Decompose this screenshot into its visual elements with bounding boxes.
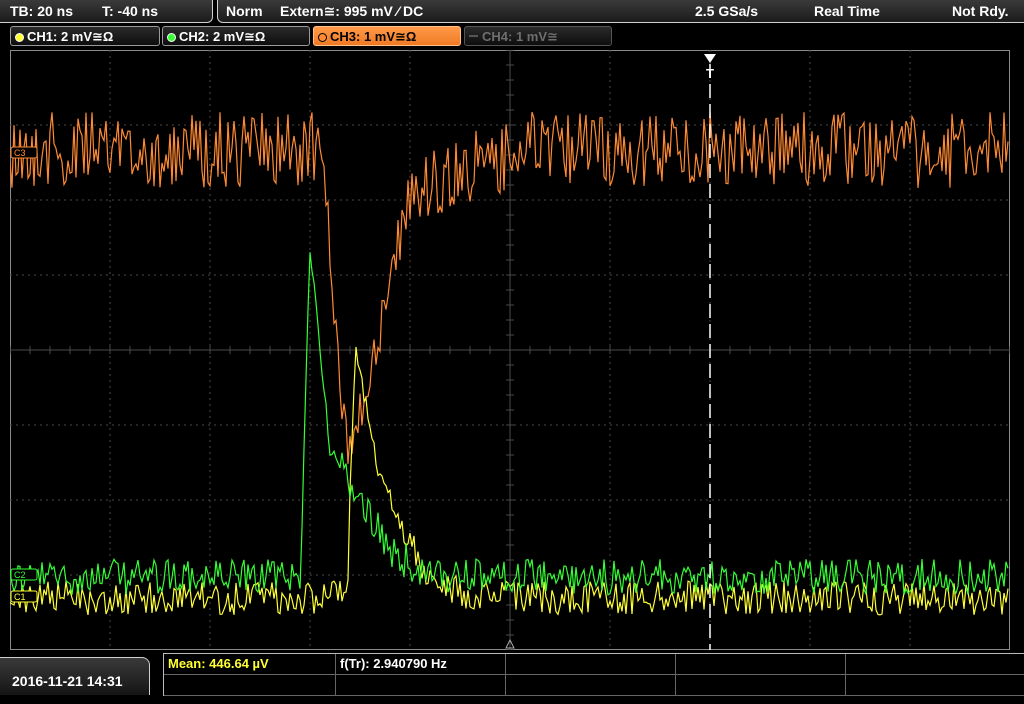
trigger-mode: Norm: [226, 3, 263, 19]
channel-3-label: CH3: 1 mV≅Ω: [330, 29, 417, 44]
channel-3-indicator-icon: [318, 33, 327, 42]
timebase-panel[interactable]: TB: 20 ns T: -40 ns: [0, 0, 213, 23]
measurement-slot-6: [164, 675, 336, 696]
measurement-slot-8: [506, 675, 676, 696]
channel-bar: CH1: 2 mV≅Ω CH2: 2 mV≅Ω CH3: 1 mV≅Ω CH4:…: [0, 26, 1024, 48]
acquisition-status-panel[interactable]: Norm Extern≅: 995 mV ⁄ DC 2.5 GSa/s Real…: [217, 0, 1024, 23]
channel-1-button[interactable]: CH1: 2 mV≅Ω: [10, 26, 160, 46]
waveform-canvas[interactable]: T C3 C2 C1: [9, 49, 1011, 651]
waveform-display[interactable]: T C3 C2 C1: [9, 49, 1011, 651]
channel-4-button[interactable]: CH4: 1 mV≅: [464, 26, 612, 46]
channel-1-marker-label: C1: [14, 592, 26, 602]
channel-4-off-icon: [469, 35, 478, 37]
channel-3-offset-marker[interactable]: C3: [10, 146, 38, 159]
channel-3-button[interactable]: CH3: 1 mV≅Ω: [313, 26, 461, 46]
trigger-marker-label: T: [706, 66, 714, 81]
channel-3-marker-label: C3: [14, 148, 26, 158]
trigger-time-value: T: -40 ns: [102, 3, 159, 19]
channel-1-offset-marker[interactable]: C1: [10, 590, 38, 603]
measurement-slot-7: [336, 675, 506, 696]
bottom-bar: 2016-11-21 14:31 Mean: 446.64 µV f(Tr): …: [0, 653, 1024, 696]
measurement-slot-9: [676, 675, 846, 696]
measurement-slot-4: [676, 654, 846, 675]
channel-4-label: CH4: 1 mV≅: [482, 29, 558, 44]
top-status-bar: TB: 20 ns T: -40 ns Norm Extern≅: 995 mV…: [0, 0, 1024, 24]
channel-2-offset-marker[interactable]: C2: [10, 568, 38, 581]
channel-1-label: CH1: 2 mV≅Ω: [27, 29, 114, 44]
datetime-panel: 2016-11-21 14:31: [0, 657, 150, 695]
mean-measurement: Mean: 446.64 µV: [164, 654, 336, 675]
trigger-source: Extern≅: 995 mV ⁄ DC: [280, 3, 424, 19]
channel-2-button[interactable]: CH2: 2 mV≅Ω: [162, 26, 310, 46]
measurement-slot-10: [846, 675, 1024, 696]
sample-rate: 2.5 GSa/s: [695, 3, 759, 19]
datetime-text: 2016-11-21 14:31: [12, 673, 123, 689]
channel-1-indicator-icon: [15, 33, 24, 42]
channel-2-marker-label: C2: [14, 570, 26, 580]
ready-status: Not Rdy.: [952, 3, 1009, 19]
channel-2-indicator-icon: [167, 33, 176, 42]
channel-2-label: CH2: 2 mV≅Ω: [179, 29, 266, 44]
measurement-slot-3: [506, 654, 676, 675]
frequency-measurement: f(Tr): 2.940790 Hz: [336, 654, 506, 675]
measurement-slot-5: [846, 654, 1024, 675]
timebase-value: TB: 20 ns: [10, 3, 74, 19]
measurement-table[interactable]: Mean: 446.64 µV f(Tr): 2.940790 Hz: [163, 653, 1024, 696]
acquisition-mode: Real Time: [814, 3, 880, 19]
